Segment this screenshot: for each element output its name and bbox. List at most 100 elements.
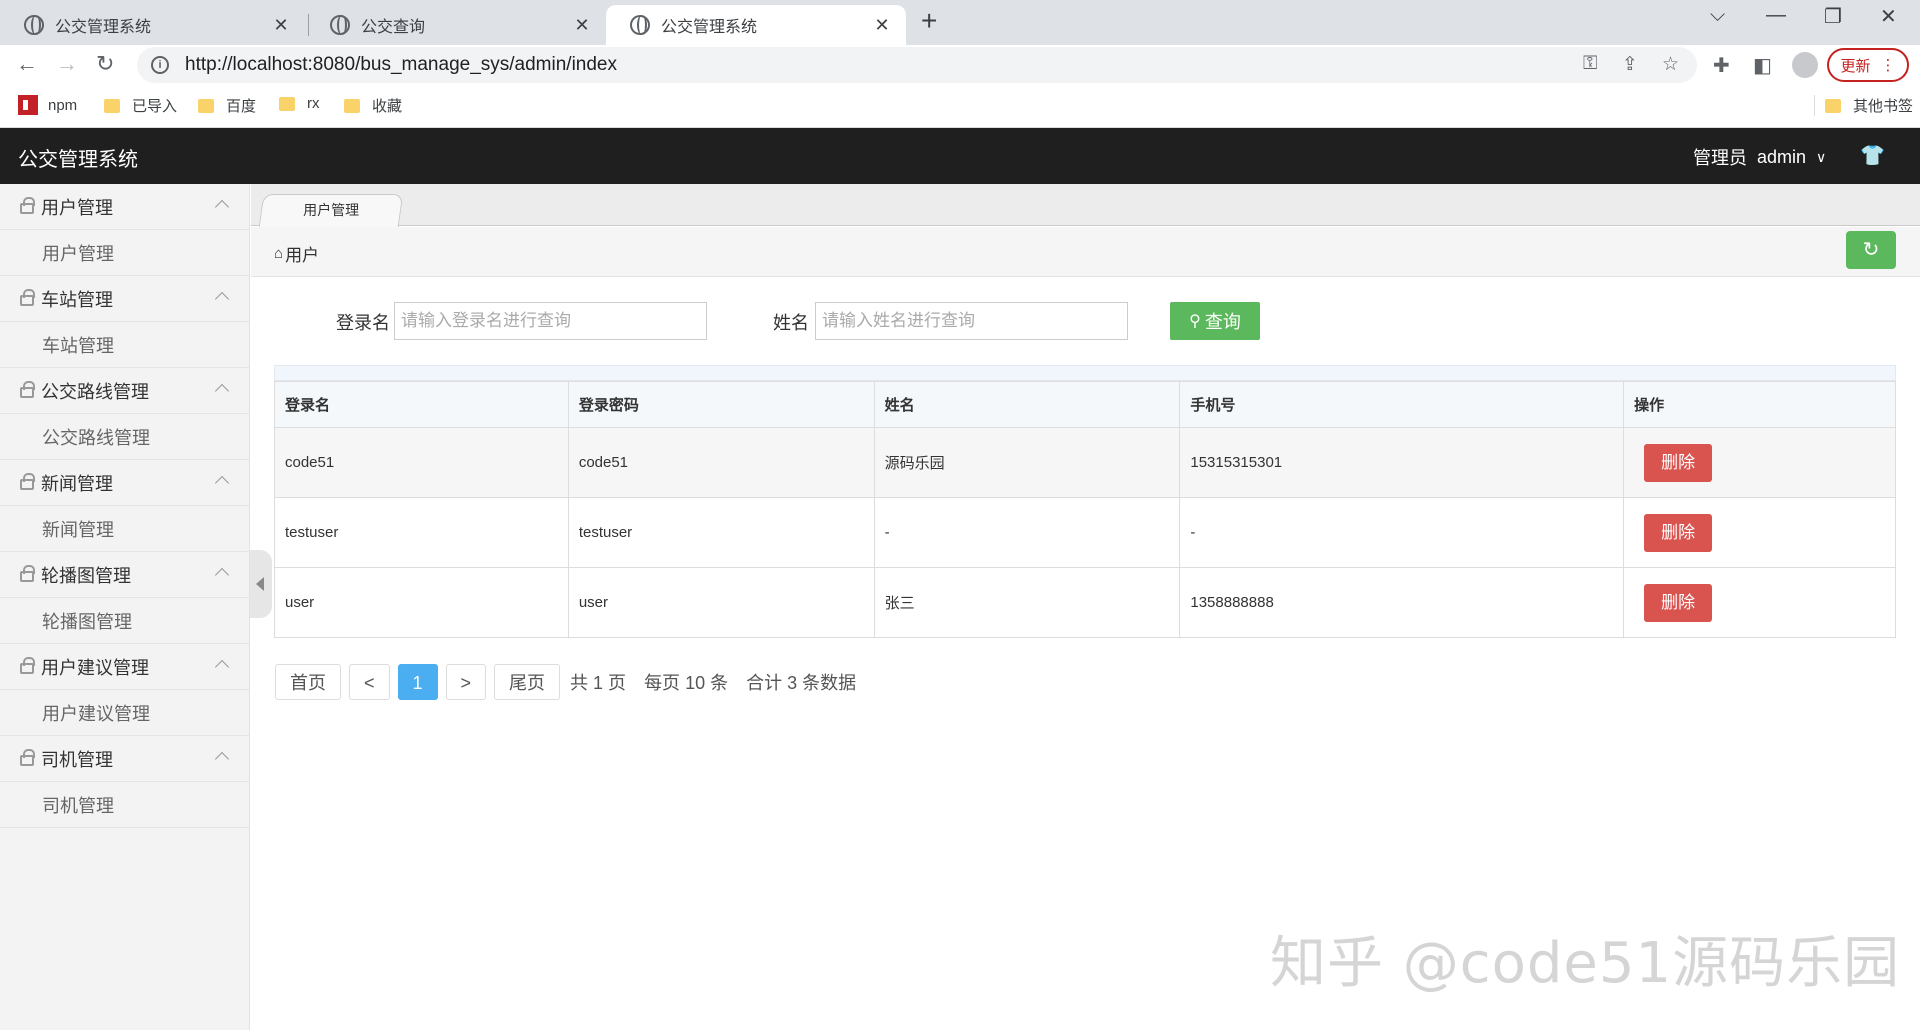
refresh-icon: ↻ [1862,239,1880,261]
sidebar-item-users[interactable]: 用户管理 [0,230,249,276]
cell-password: testuser [567,497,875,568]
bookmark-label: 百度 [226,98,257,115]
chevron-up-icon [214,659,230,675]
sidebar-group-label: 司机管理 [41,749,113,770]
user-table: 登录名 登录密码 姓名 手机号 操作 code51 code51 源码乐园 15… [274,381,1896,638]
username: admin [1757,146,1807,167]
globe-icon [330,15,350,35]
login-name-input[interactable] [394,302,707,340]
minimize-icon[interactable]: — [1766,4,1786,27]
close-icon[interactable]: ✕ [572,15,592,36]
bookmark-folder[interactable]: 百度 [198,95,256,116]
pagination: 首页 < 1 > 尾页 共 1 页 每页 10 条 合计 3 条数据 [275,664,872,700]
cell-phone: - [1179,497,1625,568]
sidebar-group-users[interactable]: 用户管理 [0,184,249,230]
browser-tab[interactable]: 公交管理系统 ✕ [0,5,305,45]
sidebar-group-suggestions[interactable]: 用户建议管理 [0,644,249,690]
delete-button[interactable]: 删除 [1644,443,1713,482]
lock-icon [20,473,35,490]
chevron-up-icon [214,199,230,215]
cell-name: - [873,497,1181,568]
sidebar-item-routes[interactable]: 公交路线管理 [0,414,249,460]
cell-name: 张三 [873,567,1181,638]
search-button[interactable]: ⚲ 查询 [1170,302,1260,340]
search-form: 登录名 姓名 ⚲ 查询 [251,300,1920,342]
sidebar-item-suggestions[interactable]: 用户建议管理 [0,690,249,736]
content-tab-strip: 用户管理 [251,184,1920,227]
cell-name: 源码乐园 [873,427,1181,498]
folder-icon [344,98,360,113]
refresh-button[interactable]: ↻ [1846,231,1896,269]
extensions-puzzle-icon[interactable]: ✚ [1713,53,1730,78]
sidebar-item-news[interactable]: 新闻管理 [0,506,249,552]
sidebar-group-drivers[interactable]: 司机管理 [0,736,249,782]
sidebar-group-label: 新闻管理 [41,473,113,494]
cell-login: code51 [274,427,569,498]
watermark: 知乎 @code51源码乐园 [1270,931,1901,996]
restore-icon[interactable]: ❐ [1824,4,1842,29]
window-close-icon[interactable]: ✕ [1880,4,1897,29]
bookmark-folder[interactable]: 已导入 [104,95,177,116]
total-pages-text: 共 1 页 [570,673,627,693]
app-header: 公交管理系统 管理员 admin ∨ 👕 [0,128,1920,184]
update-button[interactable]: 更新 ⋮ [1827,48,1909,82]
new-tab-plus-icon[interactable]: + [921,6,937,36]
reload-icon[interactable]: ↻ [96,51,114,77]
share-icon[interactable]: ⇪ [1622,53,1638,76]
browser-tab-bar: 公交管理系统 ✕ 公交查询 ✕ 公交管理系统 ✕ + ⌵ — ❐ ✕ [0,0,1920,45]
breadcrumb-bar: ⌂ 用户 ↻ [251,227,1920,277]
current-page-button[interactable]: 1 [397,664,438,700]
sidebar-item-carousel[interactable]: 轮播图管理 [0,598,249,644]
site-info-icon[interactable]: i [151,56,169,74]
sidebar: 用户管理 用户管理 车站管理 车站管理 公交路线管理 公交路线管理 新闻管理 新… [0,184,250,1030]
other-bookmarks[interactable]: 其他书签 [1814,95,1913,116]
sidebar-group-news[interactable]: 新闻管理 [0,460,249,506]
browser-tab-title: 公交管理系统 [55,19,152,36]
update-label: 更新 [1840,57,1871,75]
key-icon[interactable]: ⚿ [1583,53,1597,75]
sidebar-group-carousel[interactable]: 轮播图管理 [0,552,249,598]
browser-tab-active[interactable]: 公交管理系统 ✕ [606,5,906,45]
lock-icon [20,749,35,766]
address-url[interactable]: http://localhost:8080/bus_manage_sys/adm… [185,54,617,76]
browser-tab[interactable]: 公交查询 ✕ [306,5,606,45]
user-menu[interactable]: 管理员 admin ∨ [1693,144,1826,170]
profile-avatar-icon[interactable] [1792,52,1818,78]
search-button-label: 查询 [1204,312,1241,332]
lock-icon [20,657,35,674]
chevron-up-icon [214,567,230,583]
close-icon[interactable]: ✕ [271,15,291,36]
address-bar[interactable]: i http://localhost:8080/bus_manage_sys/a… [137,47,1697,83]
back-arrow-icon[interactable]: ← [16,51,38,77]
star-icon[interactable]: ☆ [1662,53,1679,76]
first-page-button[interactable]: 首页 [275,664,341,700]
sidebar-group-stations[interactable]: 车站管理 [0,276,249,322]
sidebar-group-label: 用户管理 [41,197,113,218]
sidebar-collapse-handle[interactable] [250,550,272,618]
sidebar-group-label: 公交路线管理 [41,381,149,402]
table-row: code51 code51 源码乐园 15315315301 删除 [274,427,1896,498]
tab-search-chevron-icon[interactable]: ⌵ [1710,4,1725,27]
prev-page-button[interactable]: < [349,664,390,700]
side-panel-icon[interactable]: ◧ [1753,53,1772,78]
column-header: 登录密码 [567,381,875,428]
next-page-button[interactable]: > [445,664,487,700]
sidebar-group-routes[interactable]: 公交路线管理 [0,368,249,414]
npm-icon [18,95,38,115]
cell-action: 删除 [1623,567,1896,638]
chevron-up-icon [214,383,230,399]
forward-arrow-icon[interactable]: → [56,51,78,77]
tshirt-theme-icon[interactable]: 👕 [1860,143,1885,168]
tab-user-management[interactable]: 用户管理 [258,194,404,227]
sidebar-item-drivers[interactable]: 司机管理 [0,782,249,828]
bookmark-folder[interactable]: rx [279,95,320,112]
app-title: 公交管理系统 [18,149,138,171]
bookmark-npm[interactable]: npm [18,95,77,115]
bookmark-folder[interactable]: 收藏 [344,95,402,116]
close-icon[interactable]: ✕ [872,15,892,36]
name-input[interactable] [815,302,1128,340]
sidebar-item-stations[interactable]: 车站管理 [0,322,249,368]
last-page-button[interactable]: 尾页 [494,664,561,700]
delete-button[interactable]: 删除 [1644,583,1713,622]
delete-button[interactable]: 删除 [1644,513,1713,552]
